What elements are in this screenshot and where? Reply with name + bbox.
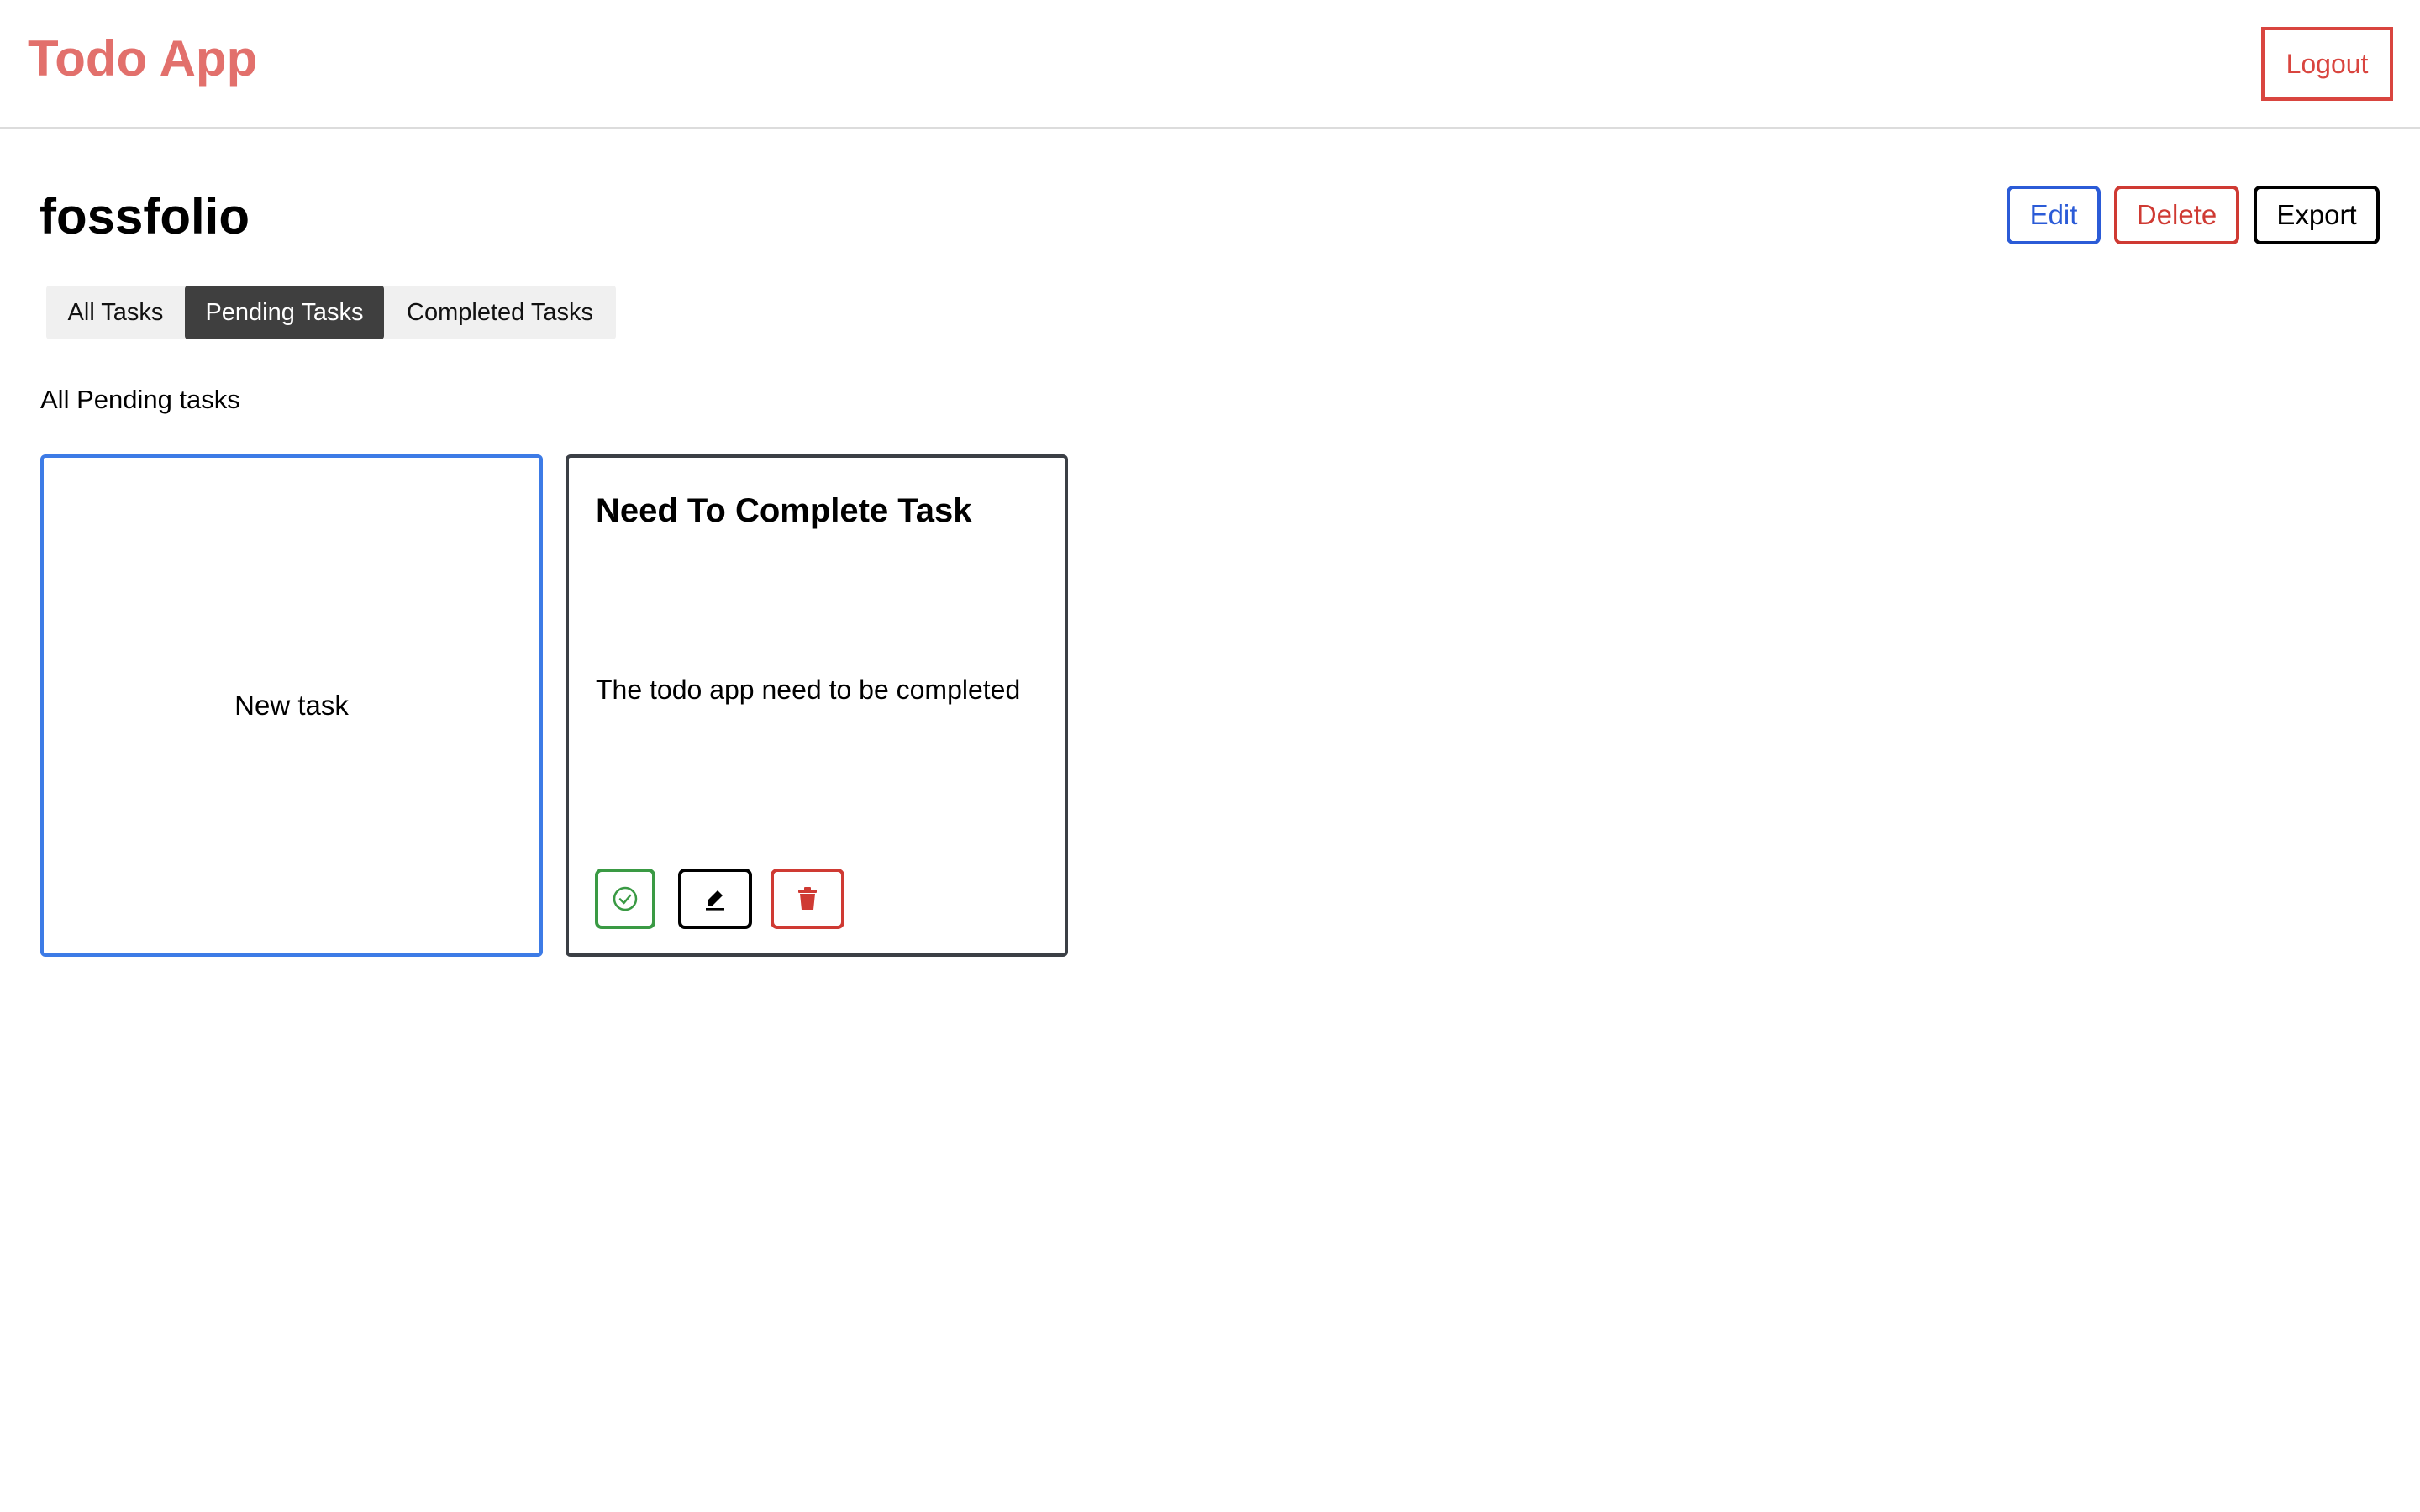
complete-task-button[interactable] [595, 869, 655, 929]
trash-icon [797, 886, 818, 911]
task-filter-tabs: All Tasks Pending Tasks Completed Tasks [46, 286, 616, 339]
new-task-card[interactable]: New task [40, 454, 543, 957]
tab-pending-tasks[interactable]: Pending Tasks [185, 286, 384, 339]
tab-completed-tasks[interactable]: Completed Tasks [384, 286, 616, 339]
task-description: The todo app need to be completed [596, 675, 1021, 705]
delete-project-button[interactable]: Delete [2114, 186, 2239, 244]
task-title: Need To Complete Task [596, 492, 972, 529]
pencil-icon [702, 886, 728, 911]
check-circle-icon [612, 885, 639, 912]
logout-button[interactable]: Logout [2261, 27, 2393, 101]
tab-all-tasks[interactable]: All Tasks [46, 286, 185, 339]
app-root: Todo App Logout fossfolio Edit Delete Ex… [0, 0, 2420, 1512]
export-project-button[interactable]: Export [2254, 186, 2380, 244]
project-title: fossfolio [39, 188, 250, 244]
section-label: All Pending tasks [40, 385, 240, 414]
edit-task-button[interactable] [678, 869, 752, 929]
new-task-label: New task [234, 690, 349, 721]
edit-project-button[interactable]: Edit [2007, 186, 2101, 244]
app-title[interactable]: Todo App [28, 25, 257, 92]
delete-task-button[interactable] [771, 869, 844, 929]
top-header: Todo App Logout [0, 0, 2420, 129]
task-card: Need To Complete Task The todo app need … [566, 454, 1068, 957]
